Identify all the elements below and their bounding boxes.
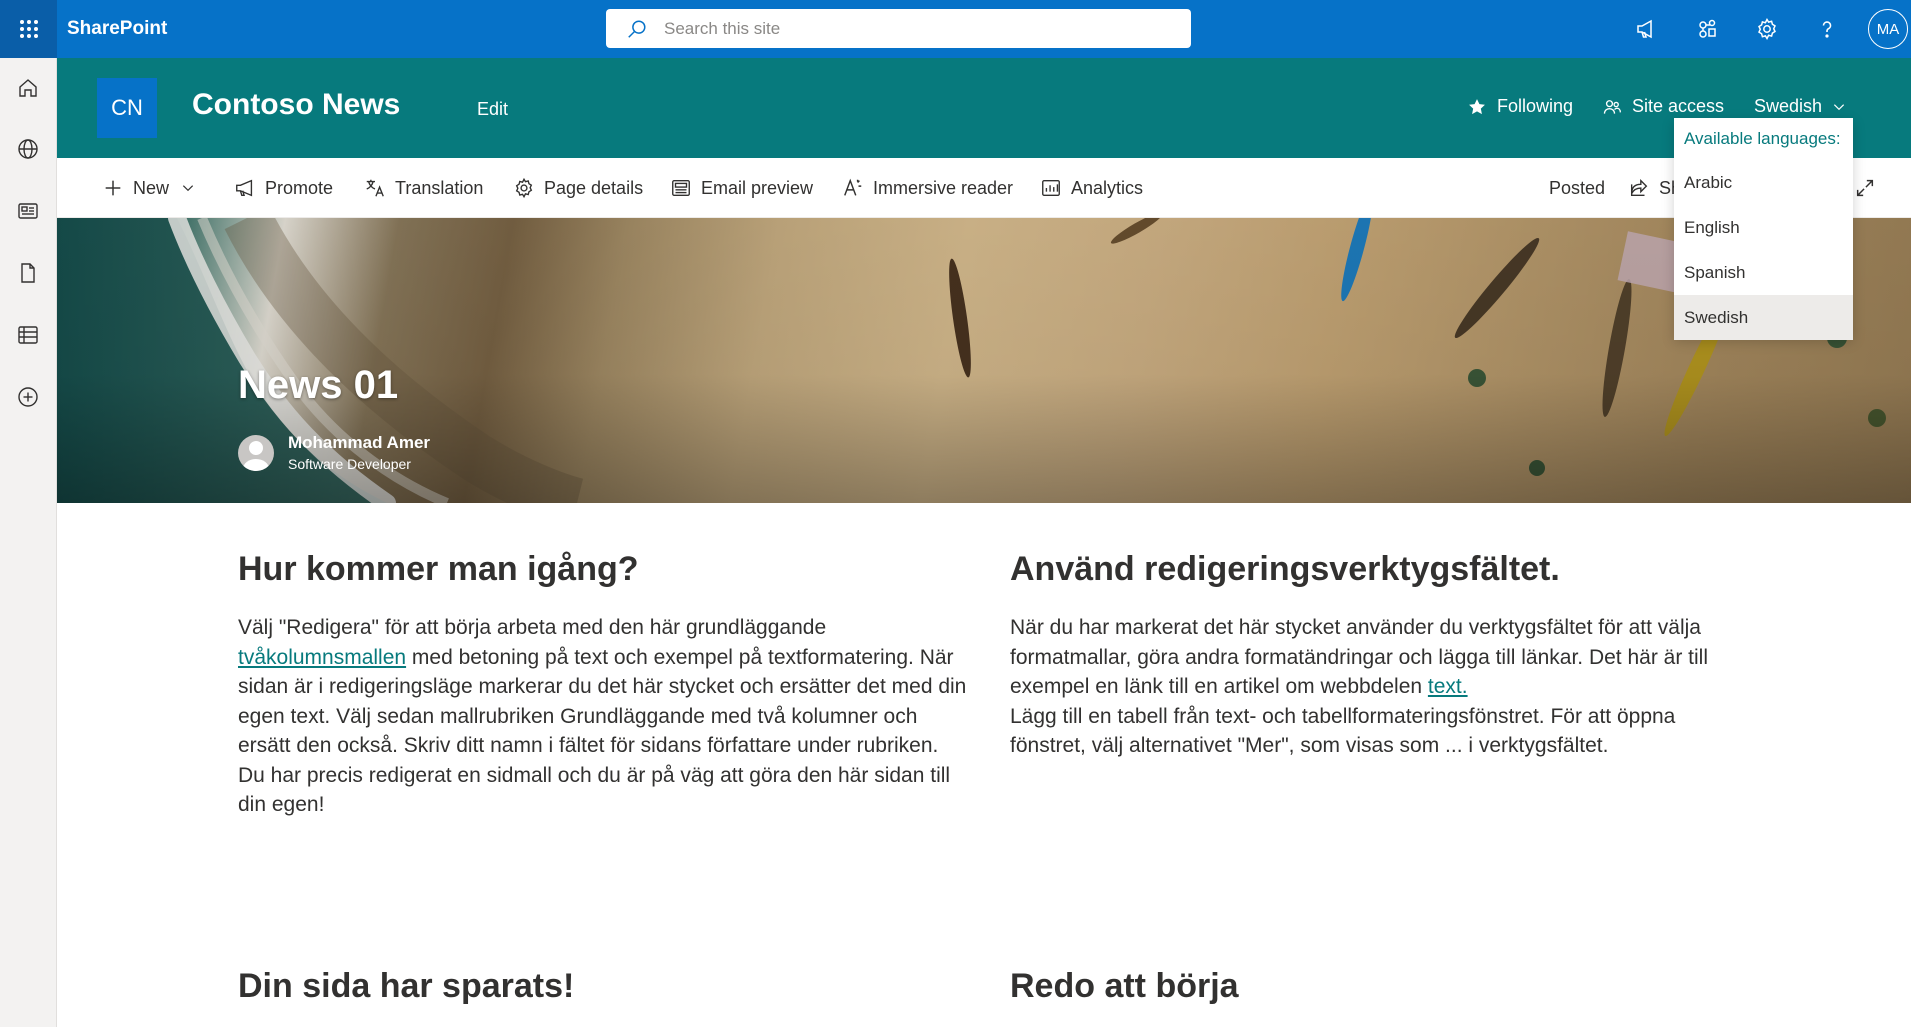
waffle-icon[interactable] [0,0,57,58]
section-heading: Redo att börja [1010,967,1239,1005]
site-logo[interactable]: CN [97,78,157,138]
sharepoint-brand[interactable]: SharePoint [67,0,167,58]
language-option-swedish[interactable]: Swedish [1674,295,1853,340]
newsletter-icon [672,179,690,197]
section-heading: Hur kommer man igång? [238,550,639,588]
left-app-bar [0,58,57,1027]
chart-icon [1042,179,1060,197]
people-icon [1603,99,1621,114]
chevron-down-icon [1833,103,1845,110]
list-icon[interactable] [14,321,42,349]
email-preview-button[interactable]: Email preview [670,158,813,218]
page-title[interactable]: News 01 [238,363,398,408]
search-input[interactable] [664,18,1144,39]
user-avatar[interactable]: MA [1868,9,1908,49]
author-name[interactable]: Mohammad Amer [288,433,430,453]
posted-status: Posted [1549,158,1605,218]
expand-icon[interactable] [1854,158,1885,218]
news-icon[interactable] [14,197,42,225]
help-icon[interactable] [1812,14,1842,44]
site-title[interactable]: Contoso News [192,88,400,122]
language-option-spanish[interactable]: Spanish [1674,250,1853,295]
plus-icon [105,180,121,196]
share-icon [1630,179,1648,197]
edit-link[interactable]: Edit [477,99,508,120]
megaphone-icon[interactable] [1632,14,1662,44]
available-languages-header: Available languages: [1684,129,1841,148]
new-label: New [133,177,170,198]
star-icon [1469,98,1485,114]
translate-icon [366,179,384,197]
content-column-right: Använd redigeringsverktygsfältet. När du… [1010,550,1740,761]
section-heading: Din sida har sparats! [238,967,575,1005]
immersive-reader-button[interactable]: Immersive reader [842,158,1013,218]
suite-bar: SharePoint MA [0,0,1911,58]
content-column-right-2: Redo att börja [1010,967,1740,1006]
language-selector[interactable]: Swedish [1754,96,1846,117]
gear-icon[interactable] [1752,14,1782,44]
page-details-button[interactable]: Page details [513,158,643,218]
home-icon[interactable] [14,74,42,102]
immersive-reader-label: Immersive reader [873,177,1014,198]
template-link[interactable]: tvåkolumnsmallen [238,646,406,669]
author-byline: Mohammad Amer Software Developer [238,433,430,472]
analytics-button[interactable]: Analytics [1040,158,1143,218]
following-label: Following [1497,96,1574,116]
content-column-left-2: Din sida har sparats! [238,967,968,1006]
language-label: Swedish [1754,96,1823,116]
search-icon [628,19,646,38]
globe-icon[interactable] [14,135,42,163]
section-paragraph: När du har markerat det här stycket anvä… [1010,616,1709,757]
gear-icon [515,177,533,199]
language-dropdown: Available languages: Arabic English Span… [1674,118,1853,340]
translation-label: Translation [395,177,484,198]
search-box[interactable] [606,9,1191,48]
content-column-left: Hur kommer man igång? Välj "Redigera" fö… [238,550,968,820]
command-bar: New Promote Translation Page details Ema… [57,158,1911,218]
email-preview-label: Email preview [701,177,814,198]
file-icon[interactable] [14,259,42,287]
author-role: Software Developer [288,456,411,472]
language-option-arabic[interactable]: Arabic [1674,160,1853,205]
person-avatar-icon [238,434,274,471]
hero-banner: News 01 Mohammad Amer Software Developer [57,218,1911,503]
analytics-label: Analytics [1071,177,1144,198]
site-access-button[interactable]: Site access [1602,96,1724,117]
section-paragraph: Välj "Redigera" för att börja arbeta med… [238,616,967,816]
posted-label: Posted [1549,177,1606,198]
megaphone-icon [236,179,253,197]
site-access-label: Site access [1632,96,1725,116]
text-webpart-link[interactable]: text. [1428,675,1468,698]
chevron-down-icon [182,185,194,192]
add-circle-icon[interactable] [14,383,42,411]
promote-button[interactable]: Promote [234,158,333,218]
section-heading: Använd redigeringsverktygsfältet. [1010,550,1560,588]
immersive-reader-icon [844,178,862,196]
new-button[interactable]: New [102,158,195,218]
promote-label: Promote [265,177,334,198]
share-app-icon[interactable] [1692,14,1722,44]
language-option-english[interactable]: English [1674,205,1853,250]
site-header: CN Contoso News Edit Following Site acce… [57,58,1911,158]
following-button[interactable]: Following [1467,96,1573,117]
page-details-label: Page details [544,177,644,198]
translation-button[interactable]: Translation [364,158,483,218]
